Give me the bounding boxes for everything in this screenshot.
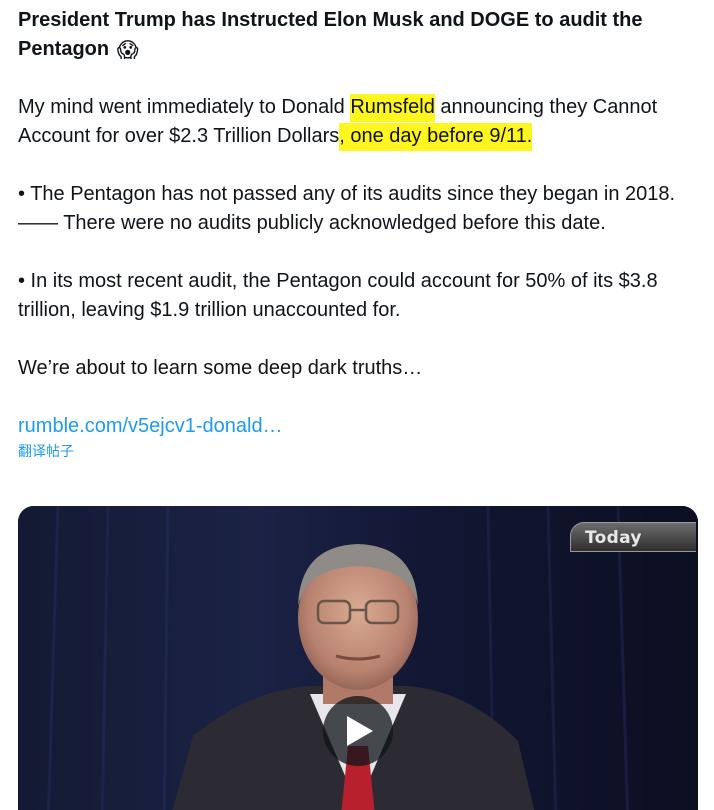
post-title-text: President Trump has Instructed Elon Musk… — [18, 9, 643, 60]
closing-line: We’re about to learn some deep dark trut… — [18, 357, 423, 379]
translate-post-button[interactable]: 翻译帖子 — [18, 442, 74, 462]
play-button[interactable] — [323, 696, 393, 766]
rumble-link[interactable]: rumble.com/v5ejcv1-donald… — [18, 412, 283, 441]
paragraph-rumsfeld: My mind went immediately to Donald Rumsf… — [18, 93, 698, 151]
channel-badge: Today — [570, 522, 696, 552]
video-player[interactable]: Today — [18, 506, 698, 810]
paragraph-text: My mind went immediately to Donald — [18, 96, 351, 118]
post-title: President Trump has Instructed Elon Musk… — [18, 6, 698, 64]
no-audits-note: —— There were no audits publicly acknowl… — [18, 212, 606, 234]
bullet-recent-audit: • In its most recent audit, the Pentagon… — [18, 270, 658, 321]
scream-emoji-icon: 😱 — [116, 39, 139, 62]
bullet-audits-since-2018: • The Pentagon has not passed any of its… — [18, 183, 676, 205]
tweet-body: President Trump has Instructed Elon Musk… — [18, 0, 698, 462]
highlighted-text: Rumsfeld — [350, 94, 435, 122]
play-icon — [347, 716, 373, 746]
highlighted-text: , one day before 9/11. — [339, 123, 533, 151]
channel-badge-label: Today — [585, 528, 642, 548]
